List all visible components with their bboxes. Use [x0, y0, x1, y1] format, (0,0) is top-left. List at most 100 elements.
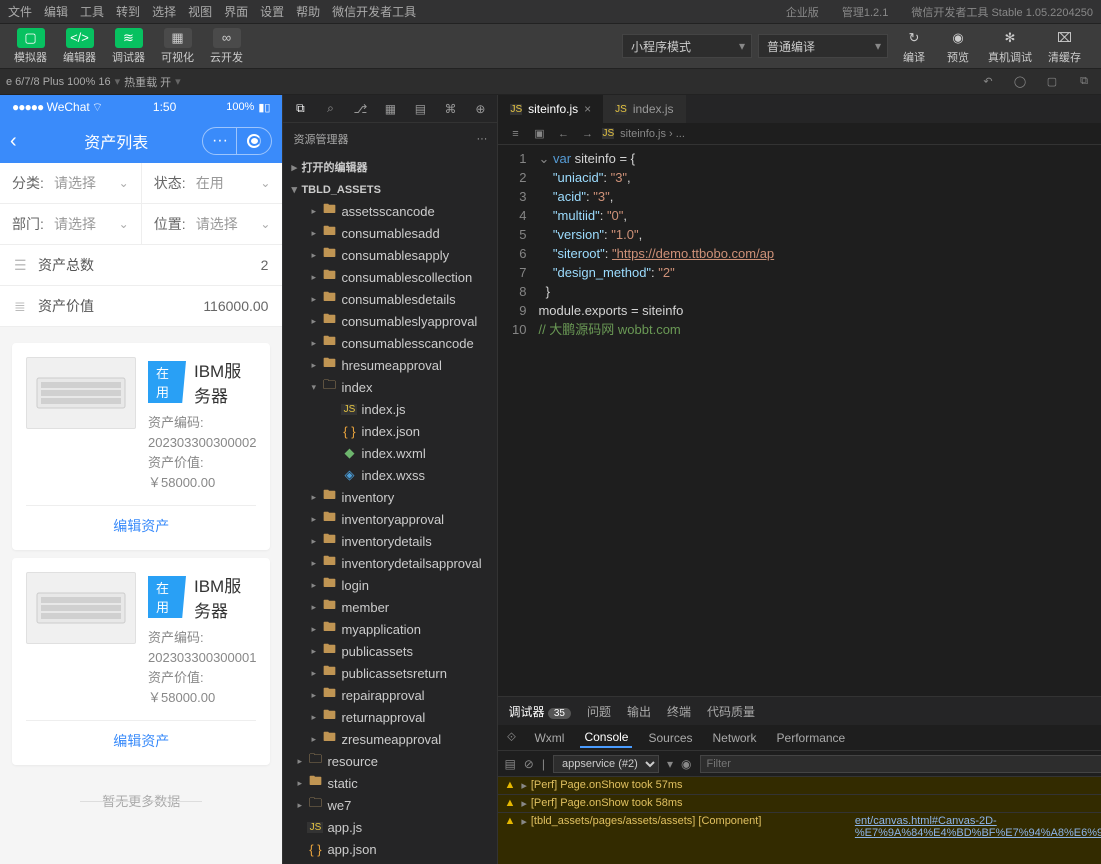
- menu-file[interactable]: 文件: [8, 3, 32, 20]
- tree-item[interactable]: ▸🖿publicassetsreturn: [283, 662, 497, 684]
- more-icon[interactable]: ···: [476, 133, 487, 145]
- tree-item[interactable]: ▸🖿inventory: [283, 486, 497, 508]
- tree-item[interactable]: { }index.json: [283, 420, 497, 442]
- bookmark-icon[interactable]: ▣: [530, 127, 548, 140]
- filter-input[interactable]: [700, 755, 1101, 773]
- toggle-drawer-icon[interactable]: ▤: [504, 757, 515, 771]
- files-icon[interactable]: ⧉: [289, 101, 311, 116]
- app-mode-select[interactable]: 小程序模式: [622, 34, 752, 58]
- tree-item[interactable]: ▸🖿assetsscancode: [283, 200, 497, 222]
- console-output[interactable]: ▲▸[Perf] Page.onShow took 57ms▲▸[Perf] P…: [498, 777, 1101, 864]
- editor-button[interactable]: </>编辑器: [57, 26, 102, 67]
- asset-card[interactable]: 在用IBM服务器资产编码: 202303300300002资产价值: ￥5800…: [12, 343, 270, 550]
- tab-wxml[interactable]: Wxml: [530, 729, 568, 747]
- menu-view[interactable]: 视图: [188, 3, 212, 20]
- tree-item[interactable]: ▸🖿repairapproval: [283, 684, 497, 706]
- tab-index[interactable]: JSindex.js: [603, 95, 685, 123]
- tree-item[interactable]: ▸🖿login: [283, 574, 497, 596]
- file-tree[interactable]: ▸🖿assetsscancode▸🖿consumablesadd▸🖿consum…: [283, 200, 497, 864]
- asset-card[interactable]: 在用IBM服务器资产编码: 202303300300001资产价值: ￥5800…: [12, 558, 270, 765]
- clear-icon[interactable]: ⊘: [524, 757, 534, 771]
- tree-item[interactable]: ◆index.wxml: [283, 442, 497, 464]
- more-icon[interactable]: ···: [203, 128, 237, 154]
- close-icon[interactable]: [237, 128, 271, 154]
- filter-status[interactable]: 状态:在用⌄: [142, 163, 283, 203]
- tree-item[interactable]: ▸🗀resource: [283, 750, 497, 772]
- hot-reload-toggle[interactable]: 热重载 开: [124, 74, 171, 90]
- menu-select[interactable]: 选择: [152, 3, 176, 20]
- menu-wx[interactable]: 微信开发者工具: [332, 3, 416, 20]
- simulator-button[interactable]: ▢模拟器: [8, 26, 53, 67]
- debugger-button[interactable]: ≋调试器: [106, 26, 151, 67]
- tab-network[interactable]: Network: [709, 729, 761, 747]
- tree-item[interactable]: ▸🖿returnapproval: [283, 706, 497, 728]
- device-select[interactable]: e 6/7/8 Plus 100% 16: [6, 76, 111, 88]
- log-line[interactable]: ▲▸[Perf] Page.onShow took 57ms: [498, 777, 1101, 795]
- filter-category[interactable]: 分类:请选择⌄: [0, 163, 142, 203]
- open-editors-section[interactable]: ▸打开的编辑器: [283, 155, 497, 179]
- cloud-button[interactable]: ∞云开发: [204, 26, 249, 67]
- tree-item[interactable]: ▸🖿consumablesdetails: [283, 288, 497, 310]
- tree-item[interactable]: ▸🗀we7: [283, 794, 497, 816]
- tab-debugger[interactable]: 调试器 35: [508, 703, 570, 720]
- search-icon[interactable]: ⌕: [319, 101, 341, 116]
- remote-debug-button[interactable]: ✻真机调试: [982, 26, 1038, 67]
- tree-item[interactable]: ▸🖿member: [283, 596, 497, 618]
- tree-item[interactable]: ◈index.wxss: [283, 464, 497, 486]
- back-icon[interactable]: ‹: [10, 130, 30, 153]
- tree-item[interactable]: ◈app.wxss: [283, 860, 497, 864]
- tab-console[interactable]: Console: [580, 728, 632, 748]
- tab-output[interactable]: 输出: [627, 703, 651, 720]
- tree-item[interactable]: ▸🖿consumablescollection: [283, 266, 497, 288]
- tree-item[interactable]: ▸🖿hresumeapproval: [283, 354, 497, 376]
- popout-icon[interactable]: ⧉: [1073, 75, 1095, 88]
- tab-siteinfo[interactable]: JSsiteinfo.js×: [498, 95, 603, 123]
- context-select[interactable]: appservice (#2): [553, 755, 659, 773]
- menu-settings[interactable]: 设置: [260, 3, 284, 20]
- asset-list[interactable]: 在用IBM服务器资产编码: 202303300300002资产价值: ￥5800…: [0, 327, 282, 864]
- tree-item[interactable]: JSindex.js: [283, 398, 497, 420]
- tab-quality[interactable]: 代码质量: [707, 703, 755, 720]
- filter-location[interactable]: 位置:请选择⌄: [142, 204, 283, 244]
- tree-item[interactable]: ▸🖿static: [283, 772, 497, 794]
- preview-button[interactable]: ◉预览: [938, 26, 978, 67]
- log-line[interactable]: ▲▸[tbld_assets/pages/assets/assets] [Com…: [498, 813, 1101, 864]
- record-icon[interactable]: ◯: [1009, 75, 1031, 88]
- tree-item[interactable]: JSapp.js: [283, 816, 497, 838]
- tree-item[interactable]: ▸🖿consumablesscancode: [283, 332, 497, 354]
- tree-item[interactable]: { }app.json: [283, 838, 497, 860]
- tab-terminal[interactable]: 终端: [667, 703, 691, 720]
- tree-item[interactable]: ▸🖿publicassets: [283, 640, 497, 662]
- visual-button[interactable]: ▦可视化: [155, 26, 200, 67]
- device-icon[interactable]: ▢: [1041, 75, 1063, 88]
- back-icon[interactable]: ←: [554, 128, 572, 140]
- eye-icon[interactable]: ◉: [681, 757, 691, 771]
- new-file-icon[interactable]: ⊕: [469, 102, 491, 116]
- compile-mode-select[interactable]: 普通编译: [758, 34, 888, 58]
- branch-icon[interactable]: ⎇: [349, 102, 371, 116]
- code-editor[interactable]: 12345678910 ⌄ var siteinfo = { "uniacid"…: [498, 145, 1101, 696]
- filter-department[interactable]: 部门:请选择⌄: [0, 204, 142, 244]
- tree-item[interactable]: ▸🖿inventoryapproval: [283, 508, 497, 530]
- tree-item[interactable]: ▸🖿consumablesapply: [283, 244, 497, 266]
- compile-button[interactable]: ↻编译: [894, 26, 934, 67]
- menu-goto[interactable]: 转到: [116, 3, 140, 20]
- tree-item[interactable]: ▸🖿inventorydetailsapproval: [283, 552, 497, 574]
- tab-problems[interactable]: 问题: [587, 703, 611, 720]
- tree-item[interactable]: ▾🗀index: [283, 376, 497, 398]
- tree-item[interactable]: ▸🖿inventorydetails: [283, 530, 497, 552]
- bug-icon[interactable]: ⌘: [439, 102, 461, 116]
- close-icon[interactable]: ×: [584, 102, 591, 116]
- clear-cache-button[interactable]: ⌧清缓存: [1042, 26, 1087, 67]
- forward-icon[interactable]: →: [578, 128, 596, 140]
- undo-icon[interactable]: ↶: [977, 75, 999, 88]
- tree-item[interactable]: ▸🖿consumablesadd: [283, 222, 497, 244]
- log-line[interactable]: ▲▸[Perf] Page.onShow took 58ms: [498, 795, 1101, 813]
- tab-performance[interactable]: Performance: [773, 729, 850, 747]
- project-section[interactable]: ▾TBLD_ASSETS: [283, 179, 497, 200]
- api-icon[interactable]: ▤: [409, 102, 431, 116]
- list-icon[interactable]: ≡: [506, 128, 524, 140]
- capsule[interactable]: ···: [202, 127, 272, 155]
- menu-edit[interactable]: 编辑: [44, 3, 68, 20]
- inspect-icon[interactable]: ⟐: [504, 730, 518, 745]
